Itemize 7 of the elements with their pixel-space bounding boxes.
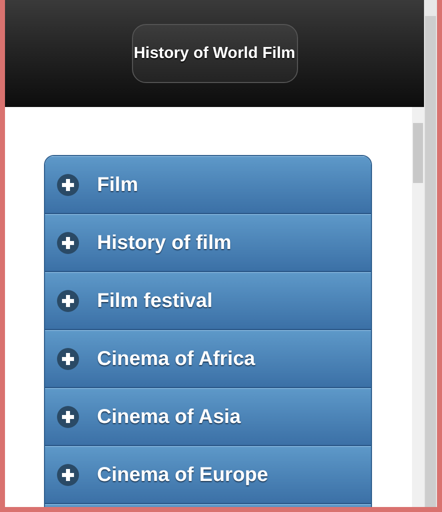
section-header[interactable]: History of film [45,214,371,272]
section-header[interactable]: Cinema of Africa [45,330,371,388]
section-header[interactable]: Cinema of Asia [45,388,371,446]
title-button[interactable]: History of World Film [132,24,298,83]
section-header[interactable]: Film [45,156,371,214]
section-header[interactable]: Film festival [45,272,371,330]
section-header[interactable]: Cinema of Europe [45,446,371,504]
